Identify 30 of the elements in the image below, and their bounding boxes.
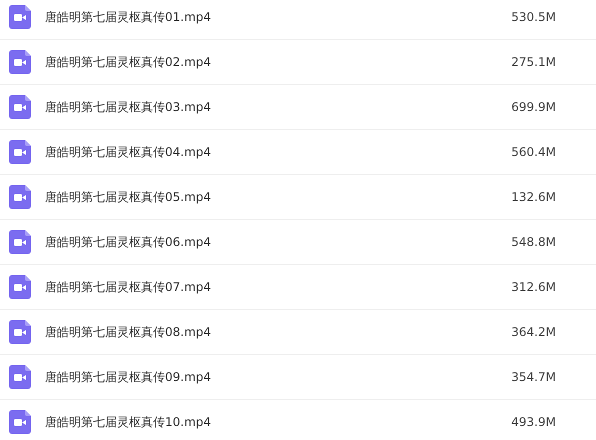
- video-file-icon: [9, 185, 31, 209]
- video-file-icon: [9, 410, 31, 434]
- file-name[interactable]: 唐皓明第七届灵枢真传06.mp4: [45, 234, 512, 250]
- file-name[interactable]: 唐皓明第七届灵枢真传03.mp4: [45, 98, 512, 116]
- video-file-icon: [9, 140, 31, 164]
- file-size: 699.9M: [511, 100, 556, 114]
- file-size: 354.7M: [511, 370, 556, 384]
- file-name[interactable]: 唐皓明第七届灵枢真传02.mp4: [45, 54, 512, 70]
- file-size: 364.2M: [511, 325, 556, 339]
- file-name[interactable]: 唐皓明第七届灵枢真传01.mp4: [45, 8, 512, 26]
- video-file-icon: [9, 5, 31, 29]
- file-size: 493.9M: [511, 415, 556, 429]
- file-size: 530.5M: [511, 10, 556, 24]
- file-size: 132.6M: [511, 190, 556, 204]
- video-file-icon: [9, 50, 31, 74]
- video-file-icon: [9, 365, 31, 389]
- video-file-icon: [9, 95, 31, 119]
- file-size: 560.4M: [511, 145, 556, 159]
- file-name[interactable]: 唐皓明第七届灵枢真传09.mp4: [45, 368, 512, 386]
- video-file-icon: [9, 320, 31, 344]
- video-file-icon: [9, 275, 31, 299]
- file-size: 312.6M: [511, 280, 556, 294]
- file-name[interactable]: 唐皓明第七届灵枢真传10.mp4: [45, 414, 512, 430]
- file-name[interactable]: 唐皓明第七届灵枢真传07.mp4: [45, 278, 512, 296]
- file-size: 548.8M: [511, 235, 556, 249]
- file-name[interactable]: 唐皓明第七届灵枢真传05.mp4: [45, 188, 512, 206]
- video-file-icon: [9, 230, 31, 254]
- file-name[interactable]: 唐皓明第七届灵枢真传08.mp4: [45, 324, 512, 340]
- file-name[interactable]: 唐皓明第七届灵枢真传04.mp4: [45, 144, 512, 160]
- file-size: 275.1M: [511, 55, 556, 69]
